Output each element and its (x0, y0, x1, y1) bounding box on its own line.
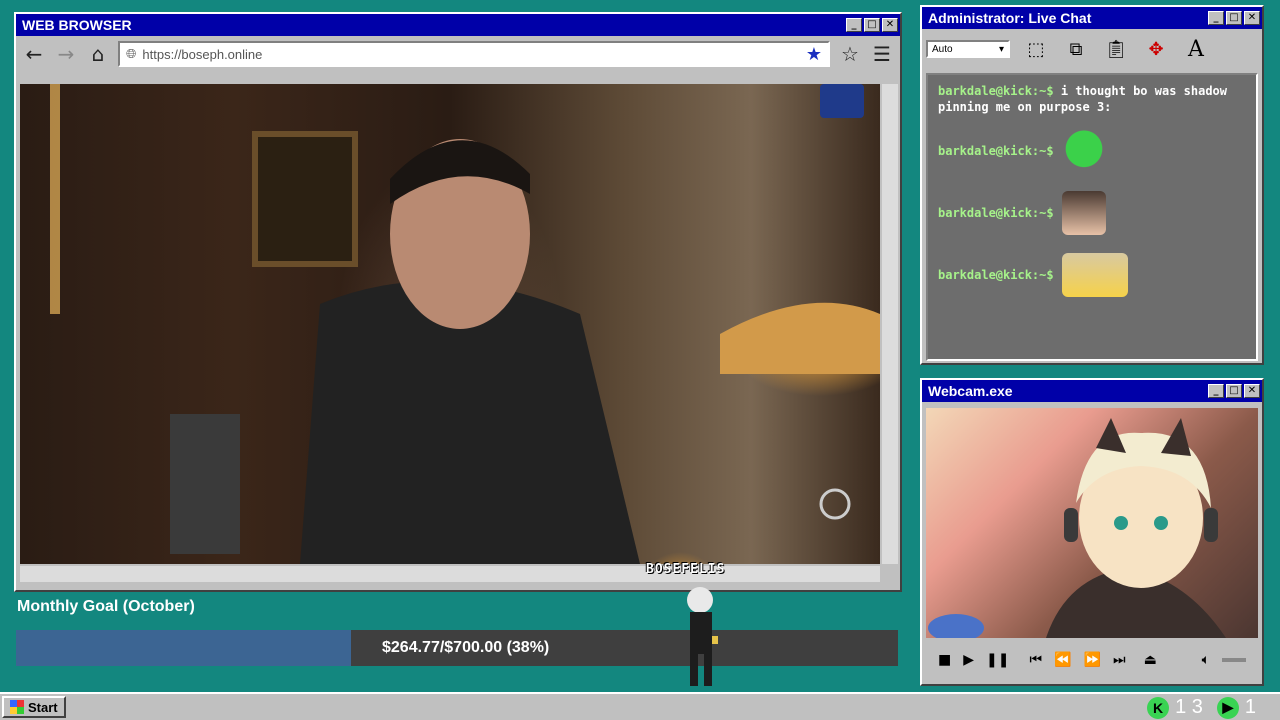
chat-username: barkdale@kick:~$ (938, 206, 1054, 220)
close-button[interactable]: ✕ (882, 18, 898, 32)
character-name-tag: BOSEFELIS (646, 562, 726, 577)
maximize-button[interactable]: □ (1226, 11, 1242, 25)
windows-logo-icon (10, 700, 24, 714)
select-tool-icon[interactable]: ⬚ (1022, 35, 1050, 63)
start-label: Start (28, 699, 58, 715)
volume-icon[interactable]: 🔈︎ (1202, 652, 1210, 668)
follower-count: 1 (1244, 696, 1256, 718)
forward-button[interactable]: → (54, 42, 78, 66)
chat-message: barkdale@kick:~$ (938, 129, 1246, 173)
font-size-select[interactable]: Auto ▾ (926, 40, 1010, 58)
menu-button[interactable]: ☰ (870, 42, 894, 66)
photo-emote (1061, 191, 1106, 235)
favorites-button[interactable]: ☆ (838, 42, 862, 66)
hamburger-icon: ☰ (873, 42, 891, 66)
taskbar: Start K 1 3 ▶ 1 (0, 692, 1280, 720)
skip-forward-icon[interactable]: ⏭ (1113, 652, 1126, 668)
copy-icon[interactable]: ⧉ (1062, 35, 1090, 63)
back-button[interactable]: ← (22, 42, 46, 66)
live-chat-window: Administrator: Live Chat _ □ ✕ Auto ▾ ⬚ … (920, 5, 1264, 365)
minimize-button[interactable]: _ (1208, 11, 1224, 25)
move-icon[interactable]: ✥ (1142, 35, 1170, 63)
skip-back-icon[interactable]: ⏮ (1029, 652, 1042, 668)
close-button[interactable]: ✕ (1244, 11, 1260, 25)
chat-title: Administrator: Live Chat (928, 10, 1092, 26)
start-button[interactable]: Start (2, 696, 66, 718)
chat-username: barkdale@kick:~$ (938, 144, 1054, 158)
vertical-scrollbar[interactable] (882, 84, 898, 564)
chat-toolbar: Auto ▾ ⬚ ⧉ 📋︎ ✥ A (922, 29, 1262, 69)
font-icon[interactable]: A (1182, 35, 1210, 63)
horizontal-scrollbar[interactable] (20, 566, 880, 582)
vtuber-avatar (928, 418, 1226, 638)
home-button[interactable]: ⌂ (86, 42, 110, 66)
url-text: https://boseph.online (142, 46, 263, 62)
green-blob-emote (1061, 129, 1106, 173)
browser-window: WEB BROWSER _ □ ✕ ← → ⌂ 🌐︎ https://bosep… (14, 12, 902, 592)
chat-username: barkdale@kick:~$ (938, 84, 1054, 98)
goal-progress-fill (16, 630, 352, 666)
star-outline-icon: ☆ (841, 42, 859, 66)
fast-forward-icon[interactable]: ⏩ (1084, 652, 1101, 668)
pause-icon[interactable]: ❚❚ (986, 652, 1009, 668)
maximize-button[interactable]: □ (864, 18, 880, 32)
video-content[interactable] (20, 84, 880, 564)
webcam-window: Webcam.exe _ □ ✕ ■ ▶ ❚❚ ⏮ ⏪ ⏩ ⏭ ⏏ 🔈︎ (920, 378, 1264, 686)
star-filled-icon[interactable]: ★ (806, 44, 822, 65)
video-frame-illustration (50, 84, 880, 564)
minimize-button[interactable]: _ (1208, 384, 1224, 398)
maximize-button[interactable]: □ (1226, 384, 1242, 398)
kick-logo-icon: K (1147, 696, 1170, 719)
chat-message: barkdale@kick:~$ (938, 253, 1246, 297)
chat-message: barkdale@kick:~$ i thought bo was shadow… (938, 83, 1246, 115)
chevron-down-icon: ▾ (998, 43, 1004, 55)
pikachu-emote (1061, 253, 1128, 297)
minimize-button[interactable]: _ (846, 18, 862, 32)
eject-icon[interactable]: ⏏ (1144, 652, 1157, 668)
globe-icon: 🌐︎ (126, 46, 137, 62)
browser-titlebar[interactable]: WEB BROWSER _ □ ✕ (16, 14, 900, 36)
chat-username: barkdale@kick:~$ (938, 268, 1054, 282)
media-controls: ■ ▶ ❚❚ ⏮ ⏪ ⏩ ⏭ ⏏ 🔈︎ (926, 642, 1258, 678)
browser-toolbar: ← → ⌂ 🌐︎ https://boseph.online ★ ☆ ☰ (16, 36, 900, 72)
browser-title: WEB BROWSER (22, 17, 132, 33)
webcam-feed (926, 408, 1258, 638)
address-bar[interactable]: 🌐︎ https://boseph.online ★ (118, 41, 830, 67)
desktop: { "colors":{"desktop":"#13877f","titleba… (0, 0, 1280, 720)
webcam-title: Webcam.exe (928, 383, 1013, 399)
webcam-titlebar[interactable]: Webcam.exe _ □ ✕ (922, 380, 1262, 402)
pixel-character (687, 587, 718, 686)
play-icon[interactable]: ▶ (963, 652, 974, 668)
chat-message: barkdale@kick:~$ (938, 191, 1246, 235)
home-icon: ⌂ (91, 42, 105, 66)
goal-title: Monthly Goal (October) (17, 598, 195, 615)
volume-slider[interactable] (1222, 658, 1246, 662)
paste-icon[interactable]: 📋︎ (1102, 35, 1130, 63)
rewind-icon[interactable]: ⏪ (1054, 652, 1071, 668)
font-size-value: Auto (932, 43, 953, 55)
arrow-right-icon: → (57, 42, 75, 66)
close-button[interactable]: ✕ (1244, 384, 1260, 398)
viewer-count: 1 3 (1175, 696, 1203, 718)
system-tray: K 1 3 ▶ 1 (1147, 696, 1256, 719)
goal-progress-text: $264.77/$700.00 (38%) (382, 639, 550, 656)
chat-titlebar[interactable]: Administrator: Live Chat _ □ ✕ (922, 7, 1262, 29)
arrow-left-icon: ← (25, 42, 43, 66)
chat-messages: barkdale@kick:~$ i thought bo was shadow… (926, 73, 1258, 361)
play-circle-icon: ▶ (1216, 696, 1239, 719)
stop-icon[interactable]: ■ (938, 652, 951, 668)
goal-progress-bar: $264.77/$700.00 (38%) (16, 630, 898, 666)
